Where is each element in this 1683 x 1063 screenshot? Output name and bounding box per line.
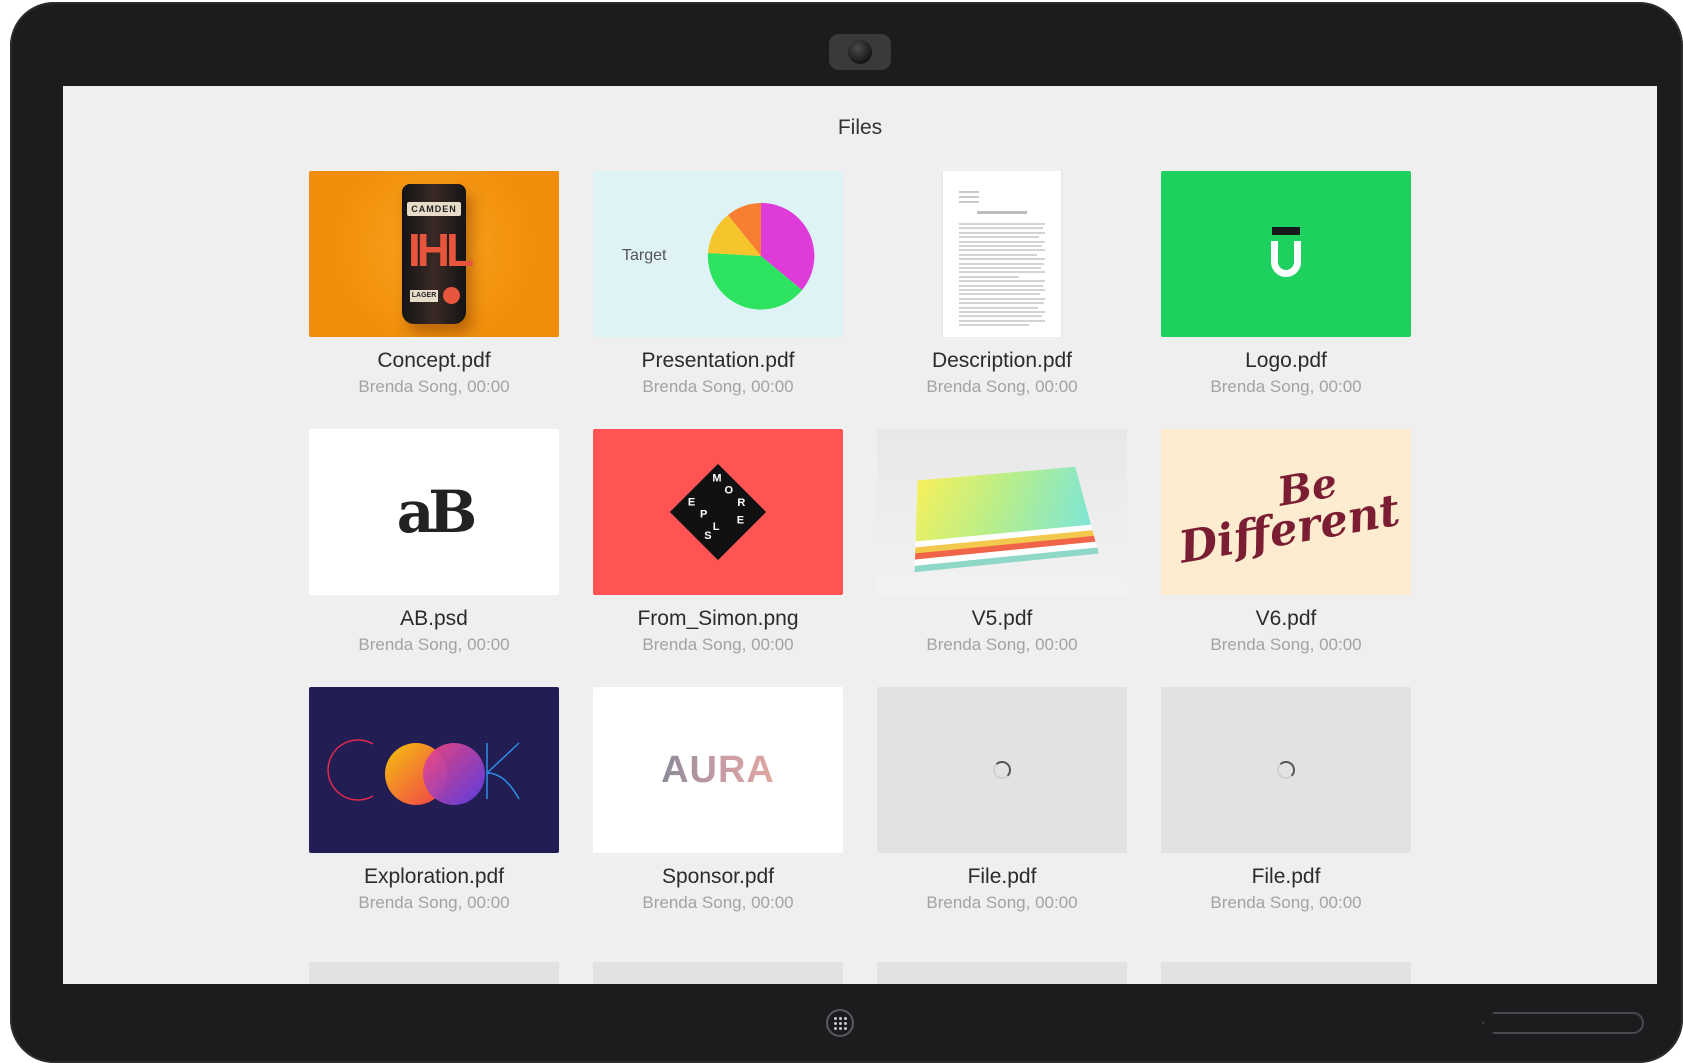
file-meta: Brenda Song, 00:00: [593, 893, 843, 913]
beer-can-image: CAMDEN IHL LAGER: [402, 184, 466, 324]
pie-chart-image: [706, 201, 816, 311]
file-name: Presentation.pdf: [593, 349, 843, 373]
file-meta: Brenda Song, 00:00: [877, 893, 1127, 913]
device-frame: Files CAMDEN IHL LAGER Concept.pdf Brend…: [10, 2, 1683, 1063]
be-different-lettering: Be Different: [1170, 455, 1402, 568]
file-grid: CAMDEN IHL LAGER Concept.pdf Brenda Song…: [309, 171, 1413, 913]
document-text-line: [959, 285, 1043, 287]
file-thumbnail[interactable]: Target: [593, 171, 843, 337]
file-meta: Brenda Song, 00:00: [1161, 893, 1411, 913]
document-text-line: [959, 324, 1029, 326]
diamond-graphic: M O R E E P L S: [670, 464, 766, 560]
document-page-image: [943, 171, 1061, 337]
document-text-line: [959, 293, 1040, 295]
file-meta: Brenda Song, 00:00: [593, 635, 843, 655]
document-text-line: [959, 276, 1019, 278]
file-name: V6.pdf: [1161, 607, 1411, 631]
file-name: Logo.pdf: [1161, 349, 1411, 373]
document-text-line: [959, 271, 1045, 273]
file-thumbnail[interactable]: AURA: [593, 687, 843, 853]
file-tile-file-1[interactable]: File.pdf Brenda Song, 00:00: [877, 687, 1127, 913]
document-text-line: [959, 311, 1045, 313]
document-text-line: [959, 302, 1044, 304]
cook-circles-image: [309, 687, 559, 853]
file-name: Exploration.pdf: [309, 865, 559, 889]
document-text-line: [959, 280, 1045, 282]
file-meta: Brenda Song, 00:00: [309, 377, 559, 397]
document-text-line: [959, 320, 1045, 322]
document-text-line: [959, 245, 1042, 247]
file-name: Description.pdf: [877, 349, 1127, 373]
file-thumbnail-partial[interactable]: [309, 962, 559, 984]
file-meta: Brenda Song, 00:00: [877, 635, 1127, 655]
u-logo-icon: [1271, 227, 1301, 281]
document-text-line: [959, 227, 1043, 229]
file-thumbnail[interactable]: M O R E E P L S: [593, 429, 843, 595]
document-text-line: [959, 298, 1045, 300]
camera-icon: [829, 34, 891, 70]
file-thumbnail-partial[interactable]: [1161, 962, 1411, 984]
file-meta: Brenda Song, 00:00: [309, 893, 559, 913]
document-text-line: [959, 236, 1039, 238]
ab-monogram: aB: [397, 478, 472, 546]
books-image: [903, 460, 1109, 575]
file-tile-ab[interactable]: aB AB.psd Brenda Song, 00:00: [309, 429, 559, 655]
next-row-partial-tiles: [309, 962, 1411, 984]
thumbnail-label: Target: [622, 247, 666, 265]
document-text-line: [959, 258, 1045, 260]
file-thumbnail[interactable]: [1161, 171, 1411, 337]
document-text-line: [959, 267, 1041, 269]
files-screen: Files CAMDEN IHL LAGER Concept.pdf Brend…: [63, 86, 1657, 984]
aura-wordmark: AURA: [661, 749, 775, 792]
file-thumbnail[interactable]: [1161, 687, 1411, 853]
file-meta: Brenda Song, 00:00: [593, 377, 843, 397]
document-text-line: [959, 263, 1044, 265]
document-text-line: [959, 241, 1045, 243]
document-text-line: [959, 223, 1045, 225]
file-thumbnail[interactable]: CAMDEN IHL LAGER: [309, 171, 559, 337]
file-name: Concept.pdf: [309, 349, 559, 373]
stylus-icon: [1482, 1012, 1644, 1034]
document-text-line: [959, 289, 1045, 291]
file-tile-v5[interactable]: V5.pdf Brenda Song, 00:00: [877, 429, 1127, 655]
file-thumbnail[interactable]: [309, 687, 559, 853]
file-thumbnail-partial[interactable]: [593, 962, 843, 984]
document-text-line: [959, 315, 1042, 317]
loading-spinner-icon: [993, 761, 1011, 779]
file-thumbnail[interactable]: Be Different: [1161, 429, 1411, 595]
file-thumbnail[interactable]: aB: [309, 429, 559, 595]
file-name: V5.pdf: [877, 607, 1127, 631]
file-tile-from-simon[interactable]: M O R E E P L S From_Simon.png Brenda So…: [593, 429, 843, 655]
file-name: Sponsor.pdf: [593, 865, 843, 889]
file-tile-v6[interactable]: Be Different V6.pdf Brenda Song, 00:00: [1161, 429, 1411, 655]
file-thumbnail-partial[interactable]: [877, 962, 1127, 984]
document-text-line: [959, 232, 1045, 234]
file-thumbnail[interactable]: [877, 687, 1127, 853]
file-meta: Brenda Song, 00:00: [1161, 377, 1411, 397]
file-tile-file-2[interactable]: File.pdf Brenda Song, 00:00: [1161, 687, 1411, 913]
file-name: File.pdf: [1161, 865, 1411, 889]
file-name: AB.psd: [309, 607, 559, 631]
page-title: Files: [63, 116, 1657, 140]
loading-spinner-icon: [1277, 761, 1295, 779]
file-thumbnail[interactable]: [877, 171, 1127, 337]
file-thumbnail[interactable]: [877, 429, 1127, 595]
file-tile-description[interactable]: Description.pdf Brenda Song, 00:00: [877, 171, 1127, 397]
document-text-line: [959, 307, 1038, 309]
file-name: File.pdf: [877, 865, 1127, 889]
file-name: From_Simon.png: [593, 607, 843, 631]
document-text-line: [959, 254, 1037, 256]
file-meta: Brenda Song, 00:00: [1161, 635, 1411, 655]
file-tile-exploration[interactable]: Exploration.pdf Brenda Song, 00:00: [309, 687, 559, 913]
file-tile-logo[interactable]: Logo.pdf Brenda Song, 00:00: [1161, 171, 1411, 397]
file-meta: Brenda Song, 00:00: [309, 635, 559, 655]
file-meta: Brenda Song, 00:00: [877, 377, 1127, 397]
document-text-line: [959, 249, 1045, 251]
file-tile-presentation[interactable]: Target Presentation.pdf Brenda Song, 00:…: [593, 171, 843, 397]
apps-grid-icon[interactable]: [826, 1009, 854, 1037]
file-tile-concept[interactable]: CAMDEN IHL LAGER Concept.pdf Brenda Song…: [309, 171, 559, 397]
file-tile-sponsor[interactable]: AURA Sponsor.pdf Brenda Song, 00:00: [593, 687, 843, 913]
